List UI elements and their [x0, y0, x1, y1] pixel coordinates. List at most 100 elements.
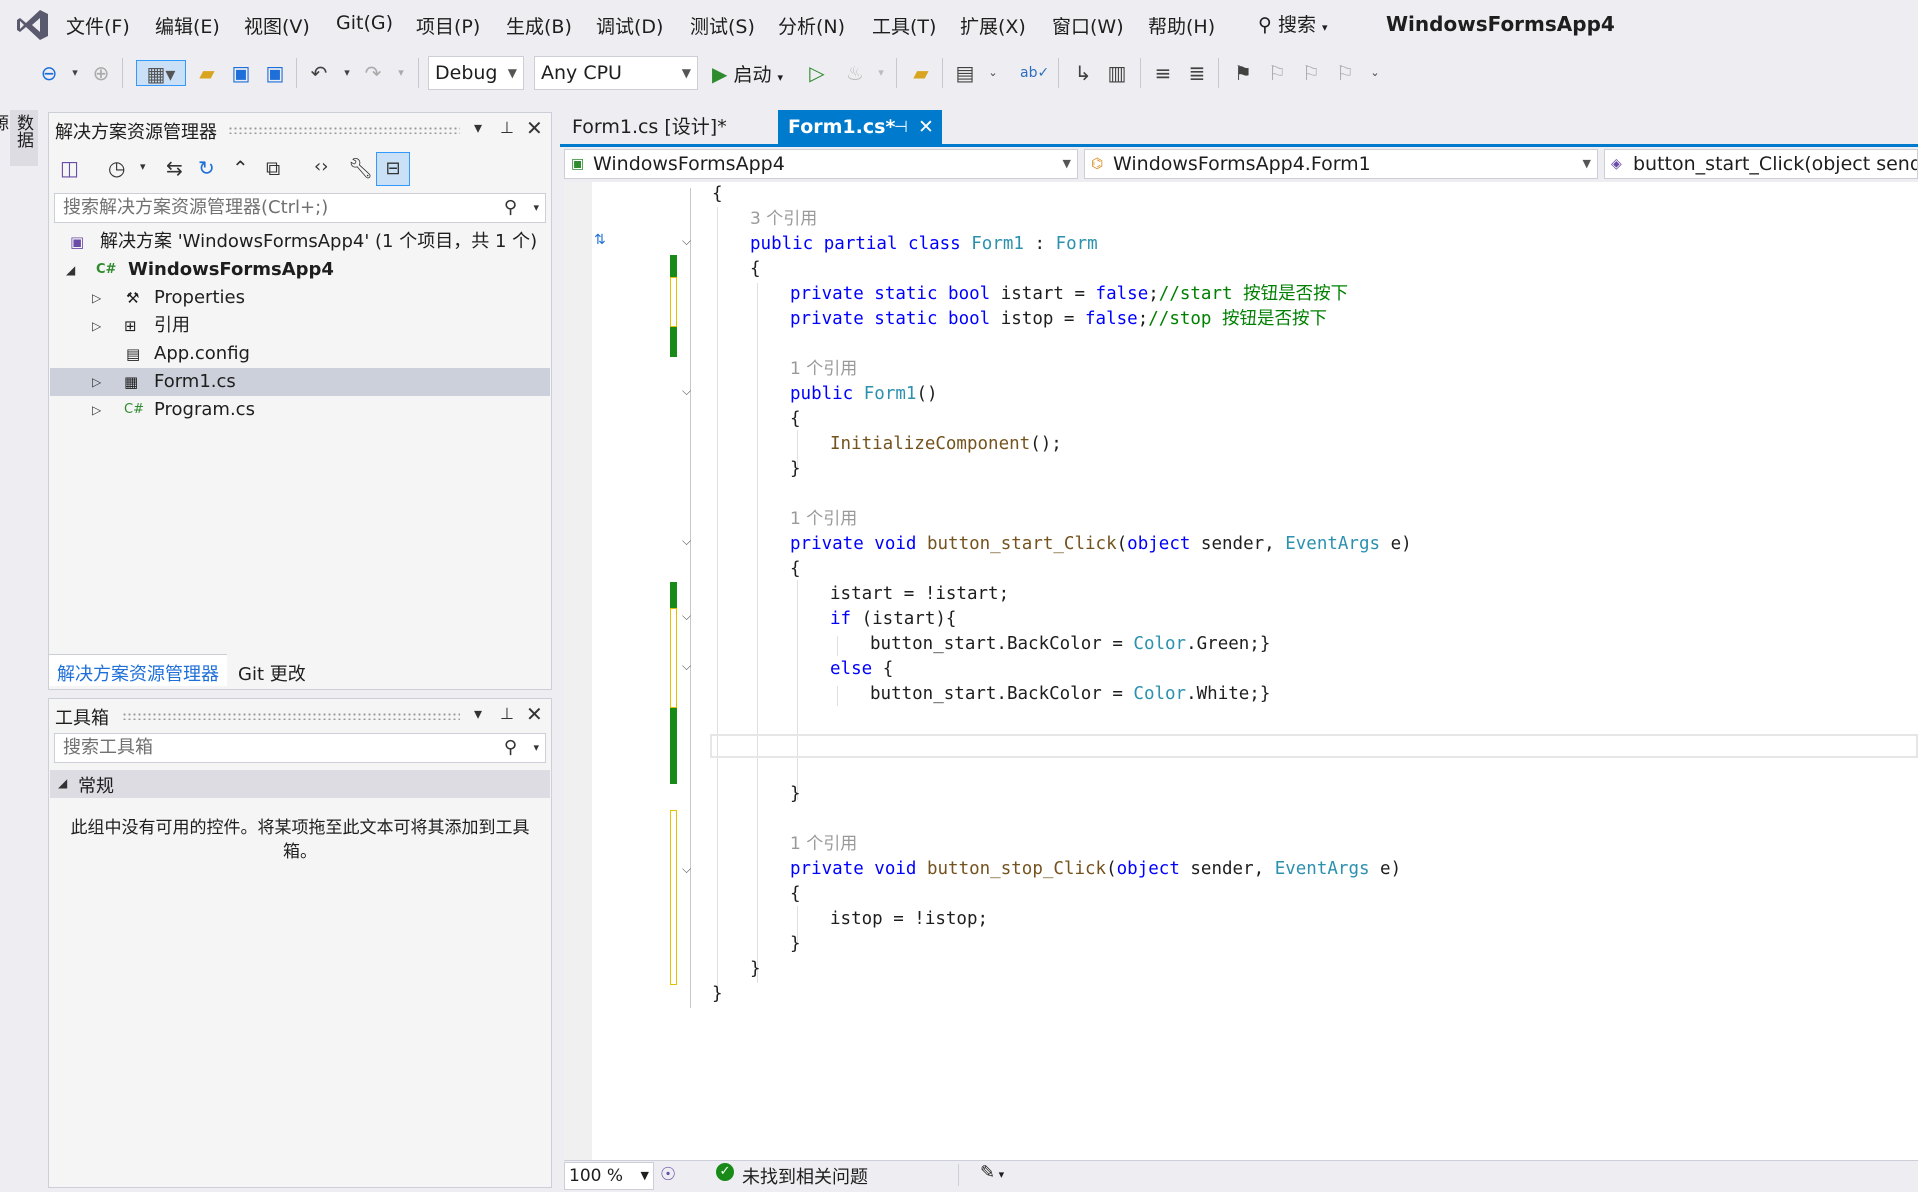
- clear-bookmarks-icon[interactable]: ⚐: [1332, 60, 1358, 86]
- code-line[interactable]: if (istart){: [830, 607, 956, 632]
- panel-grip[interactable]: [122, 712, 460, 720]
- intellicode-icon[interactable]: ☉: [660, 1164, 676, 1185]
- menu-item[interactable]: 文件(F): [66, 12, 130, 39]
- tree-item-form1[interactable]: ▷ ▦ Form1.cs: [50, 368, 550, 396]
- pin-icon[interactable]: ⊥: [500, 118, 514, 137]
- project-nav-select[interactable]: ▣ WindowsFormsApp4 ▼: [564, 149, 1078, 179]
- platform-select[interactable]: Any CPU ▼: [534, 56, 698, 90]
- code-line[interactable]: {: [750, 257, 761, 282]
- layout-icon[interactable]: ▤: [952, 60, 978, 86]
- reference-count[interactable]: 3 个引用: [750, 209, 817, 229]
- close-icon[interactable]: ✕: [526, 702, 543, 726]
- collapse-icon[interactable]: ⌵: [682, 609, 691, 624]
- undo-dropdown-icon[interactable]: ▾: [334, 60, 360, 86]
- zoom-select[interactable]: 100 % ▼: [564, 1162, 654, 1190]
- menu-item[interactable]: 项目(P): [416, 12, 480, 39]
- menu-item[interactable]: 视图(V): [244, 12, 310, 39]
- member-nav-select[interactable]: ◈ button_start_Click(object sender,: [1604, 149, 1918, 179]
- panel-menu-icon[interactable]: ▾: [474, 118, 482, 137]
- menu-item[interactable]: Git(G): [336, 12, 393, 34]
- properties-icon[interactable]: 🔧︎: [348, 156, 373, 180]
- solution-search-input[interactable]: 搜索解决方案资源管理器(Ctrl+;) ⚲ ▾: [54, 193, 546, 223]
- pending-changes-icon[interactable]: ◷: [108, 156, 125, 180]
- code-line[interactable]: }: [750, 957, 761, 982]
- save-all-icon[interactable]: ▣: [262, 60, 288, 86]
- visual-studio-logo-icon[interactable]: [16, 8, 50, 42]
- back-icon[interactable]: ⊖: [36, 60, 62, 86]
- hot-reload-icon[interactable]: ♨: [842, 60, 868, 86]
- menu-item[interactable]: 分析(N): [778, 12, 845, 39]
- menu-item[interactable]: 扩展(X): [960, 12, 1026, 39]
- code-line[interactable]: {: [790, 882, 801, 907]
- menu-item[interactable]: 工具(T): [872, 12, 936, 39]
- collapsed-triangle-icon[interactable]: ▷: [92, 312, 101, 340]
- step-into-icon[interactable]: ↳: [1070, 60, 1096, 86]
- bookmark-icon[interactable]: ⚑: [1230, 60, 1256, 86]
- open-folder-icon[interactable]: ▰: [194, 60, 220, 86]
- tree-project[interactable]: ◢ C# WindowsFormsApp4: [50, 256, 550, 284]
- spell-check-icon[interactable]: ab✓: [1020, 60, 1049, 86]
- issues-status[interactable]: 未找到相关问题: [742, 1163, 868, 1189]
- code-line[interactable]: istop = !istop;: [830, 907, 988, 932]
- code-cleanup-icon[interactable]: ✎ ▾: [980, 1162, 1004, 1183]
- collapse-icon[interactable]: ⌵: [682, 659, 691, 674]
- reference-count[interactable]: 1 个引用: [790, 359, 857, 379]
- search-button[interactable]: ⚲ 搜索 ▾: [1258, 10, 1328, 37]
- collapsed-triangle-icon[interactable]: ▷: [92, 368, 101, 396]
- forward-icon[interactable]: ⊕: [88, 60, 114, 86]
- collapse-icon[interactable]: ⌵: [682, 234, 691, 249]
- view-code-icon[interactable]: ‹›: [314, 156, 328, 177]
- code-line[interactable]: button_start.BackColor = Color.Green;}: [870, 632, 1270, 657]
- expanded-triangle-icon[interactable]: ◢: [66, 256, 75, 284]
- document-outline-icon[interactable]: ▥: [1104, 60, 1130, 86]
- code-line[interactable]: private void button_start_Click(object s…: [790, 532, 1412, 557]
- collapsed-triangle-icon[interactable]: ▷: [92, 396, 101, 424]
- menu-item[interactable]: 调试(D): [596, 12, 663, 39]
- close-icon[interactable]: ✕: [918, 110, 934, 144]
- code-line[interactable]: 1 个引用: [790, 357, 857, 382]
- reference-count[interactable]: 1 个引用: [790, 834, 857, 854]
- collapsed-triangle-icon[interactable]: ▷: [92, 284, 101, 312]
- code-line[interactable]: {: [790, 407, 801, 432]
- preview-selected-icon[interactable]: ⊟: [376, 152, 410, 186]
- class-nav-select[interactable]: ⌬ WindowsFormsApp4.Form1 ▼: [1084, 149, 1598, 179]
- collapse-icon[interactable]: ⌵: [682, 534, 691, 549]
- back-dropdown-icon[interactable]: ▾: [62, 60, 88, 86]
- start-button[interactable]: ▶ 启动 ▾: [712, 60, 783, 88]
- show-all-files-icon[interactable]: ⧉: [266, 156, 280, 180]
- code-line[interactable]: }: [790, 457, 801, 482]
- tree-item-app-config[interactable]: ▤ App.config: [50, 340, 550, 368]
- new-project-icon[interactable]: ▦▾: [136, 60, 186, 86]
- layout-dropdown-icon[interactable]: ⌄: [980, 60, 1006, 86]
- tab-form1-designer[interactable]: Form1.cs [设计]*: [562, 110, 737, 144]
- next-bookmark-icon[interactable]: ⚐: [1298, 60, 1324, 86]
- panel-grip[interactable]: [228, 126, 460, 134]
- code-line[interactable]: 1 个引用: [790, 507, 857, 532]
- code-line[interactable]: 3 个引用: [750, 207, 817, 232]
- tree-item-program[interactable]: ▷ C# Program.cs: [50, 396, 550, 424]
- code-line[interactable]: {: [790, 557, 801, 582]
- menu-item[interactable]: 帮助(H): [1148, 12, 1215, 39]
- comment-out-icon[interactable]: ≡: [1150, 60, 1176, 86]
- tree-solution[interactable]: ▣ 解决方案 'WindowsFormsApp4' (1 个项目，共 1 个): [50, 228, 550, 256]
- data-sources-tab[interactable]: 数据源: [0, 110, 38, 166]
- pending-dropdown-icon[interactable]: ▾: [140, 160, 146, 173]
- redo-icon[interactable]: ↷: [360, 60, 386, 86]
- code-line[interactable]: public partial class Form1 : Form: [750, 232, 1098, 257]
- menu-item[interactable]: 编辑(E): [155, 12, 220, 39]
- reference-count[interactable]: 1 个引用: [790, 509, 857, 529]
- implementation-glyph-icon[interactable]: ⇅: [594, 232, 606, 248]
- sync-icon[interactable]: ⇆: [166, 156, 183, 180]
- code-line[interactable]: public Form1(): [790, 382, 938, 407]
- tree-item-properties[interactable]: ▷ ⚒ Properties: [50, 284, 550, 312]
- save-icon[interactable]: ▣: [228, 60, 254, 86]
- switch-views-icon[interactable]: ◫: [60, 156, 79, 180]
- configuration-select[interactable]: Debug ▼: [428, 56, 524, 90]
- menu-item[interactable]: 测试(S): [690, 12, 755, 39]
- code-line[interactable]: }: [790, 932, 801, 957]
- toolbox-search-input[interactable]: 搜索工具箱 ⚲ ▾: [54, 733, 546, 763]
- close-icon[interactable]: ✕: [526, 116, 543, 140]
- code-line[interactable]: private static bool istart = false;//sta…: [790, 282, 1348, 307]
- code-line[interactable]: private void button_stop_Click(object se…: [790, 857, 1401, 882]
- toolbox-group-header[interactable]: ◢ 常规: [50, 770, 550, 798]
